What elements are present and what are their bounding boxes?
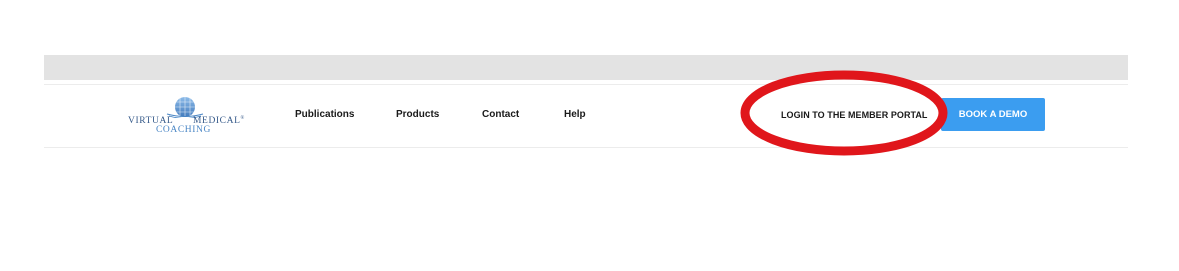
site-logo[interactable]: VIRTUAL MEDICAL® COACHING <box>128 96 245 148</box>
nav-link-products[interactable]: Products <box>396 109 439 121</box>
globe-logo-icon <box>166 97 204 118</box>
logo-word-coaching: COACHING <box>156 125 211 135</box>
nav-link-contact[interactable]: Contact <box>482 109 519 121</box>
book-demo-button[interactable]: BOOK A DEMO <box>941 98 1045 131</box>
page: VIRTUAL MEDICAL® COACHING Publications P… <box>0 0 1179 271</box>
nav-link-help[interactable]: Help <box>564 109 586 121</box>
top-bar <box>44 55 1128 80</box>
logo-trademark: ® <box>240 116 245 121</box>
login-member-portal-link[interactable]: LOGIN TO THE MEMBER PORTAL <box>781 109 927 121</box>
logo-text: VIRTUAL MEDICAL® COACHING <box>128 116 245 146</box>
nav-link-publications[interactable]: Publications <box>295 109 354 121</box>
